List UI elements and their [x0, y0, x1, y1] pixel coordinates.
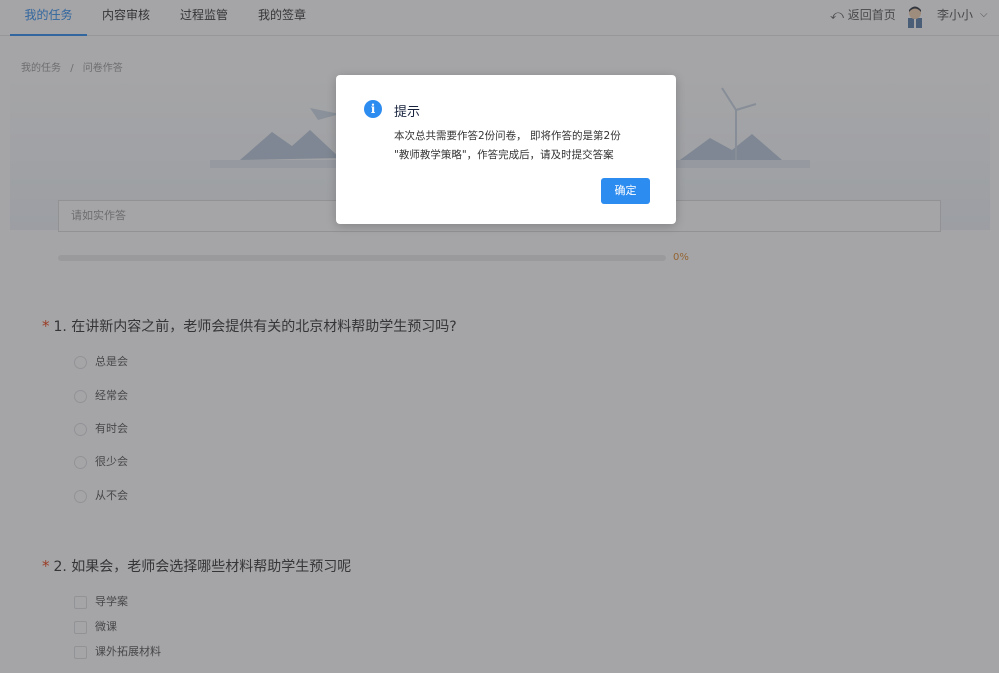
dialog-message-line-2: "教师教学策略"，作答完成后，请及时提交答案: [394, 149, 614, 161]
notice-dialog: i 提示 本次总共需要作答2份问卷， 即将作答的是第2份 "教师教学策略"，作答…: [336, 75, 676, 224]
dialog-message: 本次总共需要作答2份问卷， 即将作答的是第2份 "教师教学策略"，作答完成后，请…: [394, 127, 664, 165]
dialog-message-line-1: 本次总共需要作答2份问卷， 即将作答的是第2份: [394, 130, 621, 142]
confirm-button[interactable]: 确定: [601, 178, 650, 204]
info-icon: i: [364, 100, 382, 118]
dialog-title: 提示: [394, 105, 421, 120]
